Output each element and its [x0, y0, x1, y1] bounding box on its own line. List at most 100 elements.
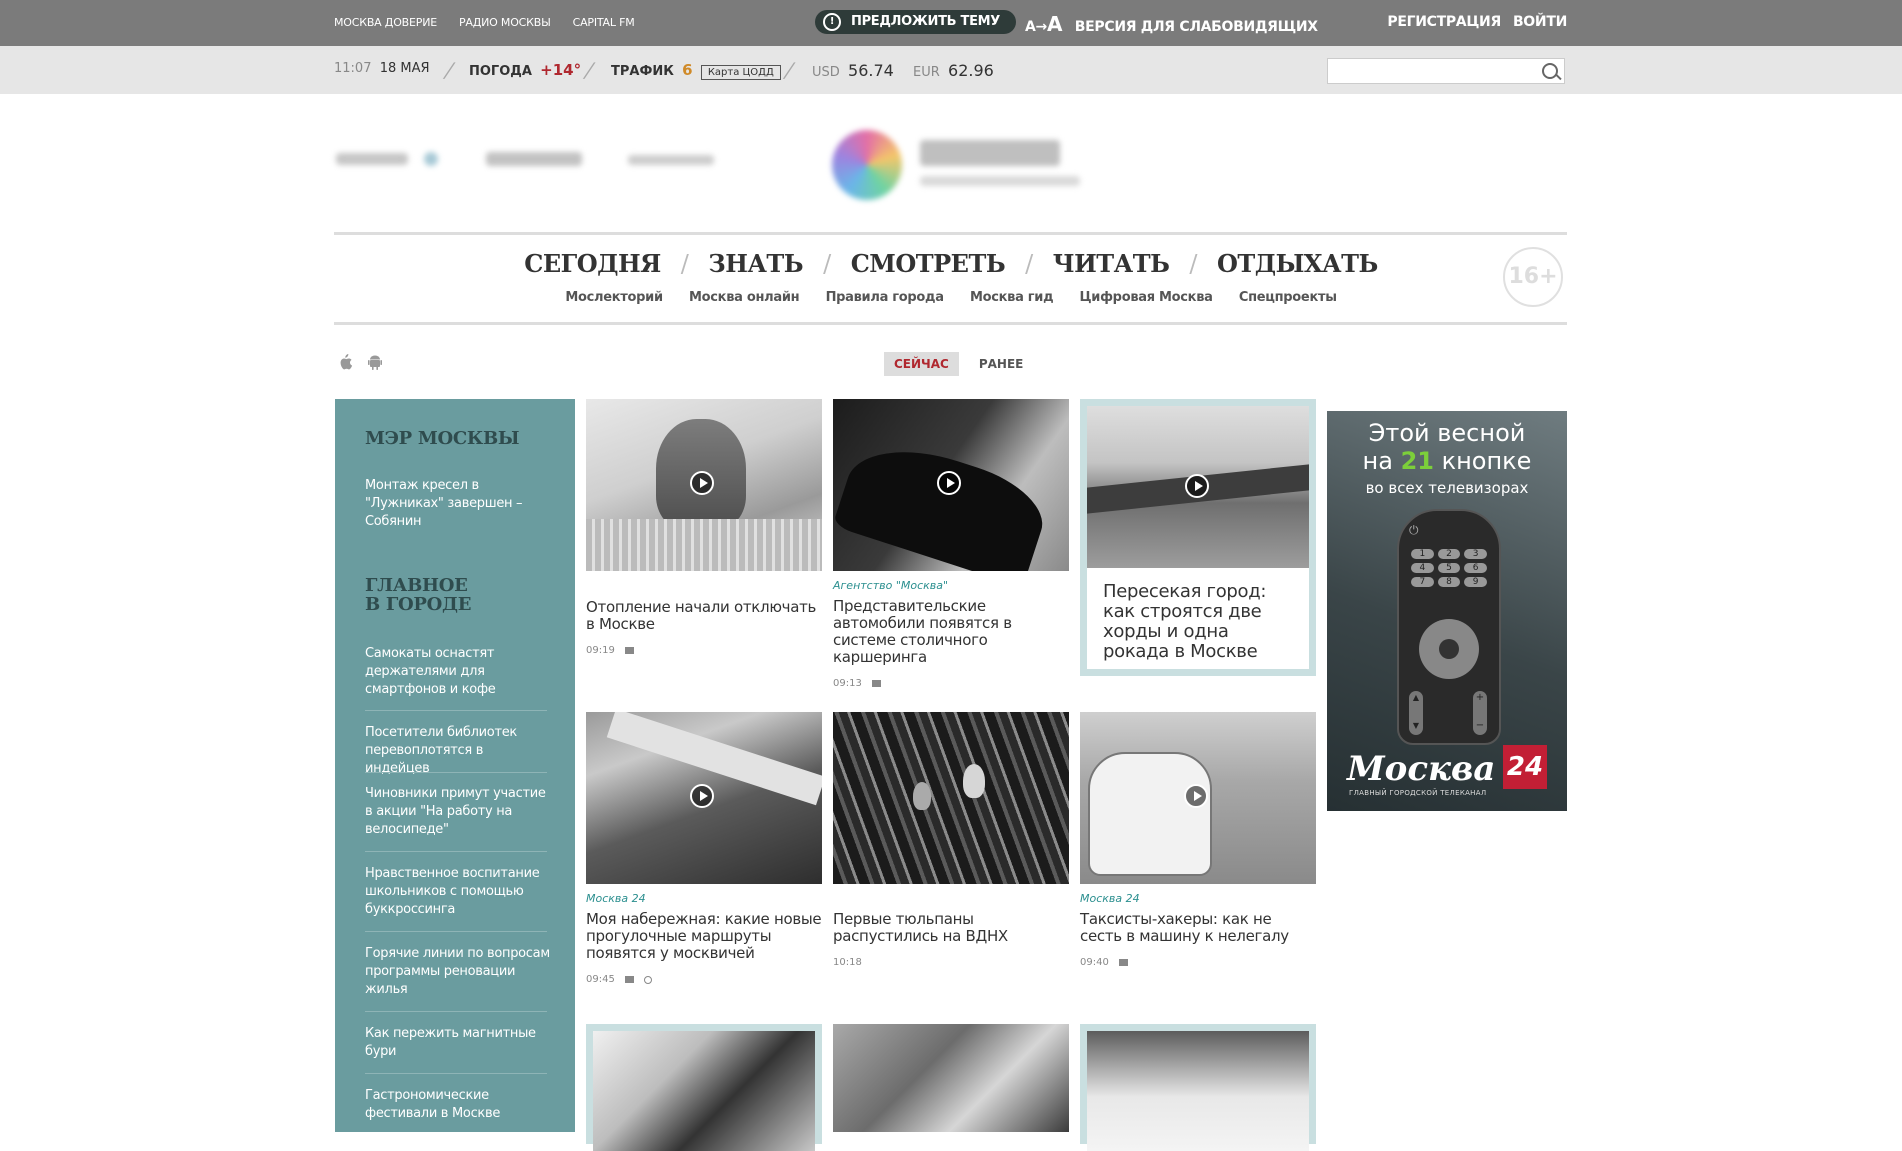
login-link[interactable]: ВОЙТИ	[1513, 14, 1567, 30]
sidebar: МЭР МОСКВЫ Монтаж кресел в "Лужниках" за…	[335, 399, 575, 1132]
featured-card[interactable]	[586, 1024, 822, 1151]
android-icon[interactable]	[368, 354, 382, 370]
register-link[interactable]: РЕГИСТРАЦИЯ	[1387, 14, 1501, 30]
news-image-portrait[interactable]	[833, 1024, 1069, 1132]
subnav-moslektoriy[interactable]: Мослекторий	[565, 290, 663, 305]
link-moskva-doverie[interactable]: МОСКВА ДОВЕРИЕ	[334, 16, 437, 29]
nav-smotret[interactable]: СМОТРЕТЬ	[851, 249, 1006, 278]
featured-card[interactable]	[1080, 1024, 1316, 1151]
weather[interactable]: ПОГОДА +14°	[469, 61, 581, 79]
advertisement-banner[interactable]: Этой весной на 21 кнопке во всех телевиз…	[1327, 411, 1567, 811]
subnav-tsifrovaya-moskva[interactable]: Цифровая Москва	[1080, 290, 1213, 305]
news-card[interactable]: Агентство "Москва" Представительские авт…	[833, 399, 1069, 689]
currency-eur: EUR 62.96	[913, 61, 994, 80]
tab-earlier[interactable]: РАНЕЕ	[969, 352, 1034, 376]
news-meta: 09:13	[833, 678, 1069, 689]
tulip-shape	[963, 764, 985, 798]
news-image-headphones[interactable]	[1087, 1031, 1309, 1151]
time: 11:07	[334, 61, 372, 76]
news-title[interactable]: Представительские автомобили появятся в …	[833, 598, 1069, 666]
partner-logo-blurred[interactable]	[628, 150, 728, 170]
sidebar-news-link[interactable]: Чиновники примут участие в акции "На раб…	[365, 785, 551, 839]
news-title[interactable]: Таксисты-хакеры: как не сесть в машину к…	[1080, 911, 1316, 945]
news-meta: 09:19	[586, 645, 822, 656]
subnav-moskva-gid[interactable]: Москва гид	[970, 290, 1054, 305]
search-input[interactable]	[1327, 58, 1565, 84]
low-vision-label: ВЕРСИЯ ДЛЯ СЛАБОВИДЯЩИХ	[1074, 19, 1318, 35]
clock: 11:07 18 МАЯ	[334, 61, 430, 76]
sidebar-mayor-title[interactable]: МЭР МОСКВЫ	[365, 429, 520, 448]
news-card[interactable]: Отопление начали отключать в Москве 09:1…	[586, 399, 822, 656]
news-meta: 10:18	[833, 957, 1069, 968]
sidebar-mayor-link[interactable]: Монтаж кресел в "Лужниках" завершен – Со…	[365, 477, 551, 531]
news-time: 09:13	[833, 678, 862, 689]
ad-subline: во всех телевизорах	[1365, 479, 1529, 497]
partner-logo-blurred[interactable]	[336, 146, 446, 172]
news-image-taxi[interactable]	[1080, 712, 1316, 884]
subnav-moskva-online[interactable]: Москва онлайн	[689, 290, 800, 305]
sidebar-news-link[interactable]: Нравственное воспитание школьников с пом…	[365, 865, 551, 919]
news-time: 09:40	[1080, 957, 1109, 968]
apple-icon[interactable]	[338, 354, 352, 370]
news-title[interactable]: Первые тюльпаны распустились на ВДНХ	[833, 911, 1069, 945]
nav-znat[interactable]: ЗНАТЬ	[708, 249, 803, 278]
nav-chitat[interactable]: ЧИТАТЬ	[1053, 249, 1170, 278]
link-capital-fm[interactable]: CAPITAL FM	[573, 16, 635, 29]
divider	[365, 1073, 547, 1074]
low-vision-link[interactable]: A→A ВЕРСИЯ ДЛЯ СЛАБОВИДЯЩИХ	[1025, 12, 1318, 36]
nav-segodnya[interactable]: СЕГОДНЯ	[524, 249, 661, 278]
traffic-map-button[interactable]: Карта ЦОДД	[700, 65, 781, 80]
volume-rocker: + −	[1473, 691, 1487, 735]
usd-value: 56.74	[848, 61, 894, 80]
date: 18 МАЯ	[379, 61, 430, 76]
site-logo-blurred[interactable]	[832, 126, 1082, 206]
subnav-pravila-goroda[interactable]: Правила города	[826, 290, 944, 305]
news-image-construction[interactable]	[1087, 406, 1309, 568]
news-image-cat[interactable]	[586, 399, 822, 571]
divider	[365, 1011, 547, 1012]
suggest-topic-button[interactable]: ! ПРЕДЛОЖИТЬ ТЕМУ	[815, 10, 1017, 34]
news-card[interactable]: Первые тюльпаны распустились на ВДНХ 10:…	[833, 712, 1069, 968]
featured-card[interactable]: Пересекая город: как строятся две хорды …	[1080, 399, 1316, 676]
search-icon[interactable]	[1542, 63, 1558, 79]
news-title[interactable]: Отопление начали отключать в Москве	[586, 599, 822, 633]
play-icon[interactable]	[690, 784, 714, 808]
sidebar-news-link[interactable]: Как пережить магнитные бури	[365, 1025, 551, 1061]
sidebar-news-link[interactable]: Посетители библиотек перевоплотятся в ин…	[365, 724, 551, 778]
ad-tagline: ГЛАВНЫЙ ГОРОДСКОЙ ТЕЛЕКАНАЛ	[1349, 789, 1487, 797]
subnav-specproekty[interactable]: Спецпроекты	[1239, 290, 1337, 305]
nav-otdykhat[interactable]: ОТДЫХАТЬ	[1217, 249, 1378, 278]
tab-now[interactable]: СЕЙЧАС	[884, 352, 959, 376]
divider	[365, 710, 547, 711]
news-card[interactable]	[833, 1024, 1069, 1132]
play-icon[interactable]	[1184, 784, 1208, 808]
news-image-tulips[interactable]	[833, 712, 1069, 884]
featured-title[interactable]: Пересекая город: как строятся две хорды …	[1087, 568, 1309, 676]
divider	[334, 322, 1567, 325]
eur-value: 62.96	[948, 61, 994, 80]
main-nav: СЕГОДНЯ / ЗНАТЬ / СМОТРЕТЬ / ЧИТАТЬ / ОТДЫХАТЬ	[524, 249, 1378, 278]
news-image-couple[interactable]	[593, 1031, 815, 1151]
sidebar-news-link[interactable]: Горячие линии по вопросам программы рено…	[365, 945, 551, 999]
news-card[interactable]: Москва 24 Моя набережная: какие новые пр…	[586, 712, 822, 985]
partner-links: МОСКВА ДОВЕРИЕ РАДИО МОСКВЫ CAPITAL FM	[334, 16, 635, 29]
ad-headline: Этой весной на 21 кнопке	[1362, 419, 1532, 475]
traffic-label: ТРАФИК	[611, 64, 674, 79]
remote-control-icon: ⏻ 1 2 3 4 5 6 7 8 9 ▲ ▼ + −	[1397, 509, 1501, 745]
traffic[interactable]: ТРАФИК 6 Карта ЦОДД	[611, 61, 781, 80]
play-icon[interactable]	[690, 471, 714, 495]
news-image-car[interactable]	[833, 399, 1069, 571]
news-title[interactable]: Моя набережная: какие новые прогулочные …	[586, 911, 822, 962]
play-icon[interactable]	[1185, 474, 1209, 498]
play-icon[interactable]	[937, 471, 961, 495]
sidebar-news-link[interactable]: Гастрономические фестивали в Москве	[365, 1087, 551, 1123]
age-rating-badge: 16+	[1503, 247, 1563, 307]
sidebar-news-link[interactable]: Самокаты оснастят держателями для смартф…	[365, 645, 551, 699]
app-links	[338, 354, 382, 370]
comment-icon	[643, 975, 652, 984]
partner-logo-blurred[interactable]	[486, 142, 586, 176]
link-radio-moskvy[interactable]: РАДИО МОСКВЫ	[459, 16, 551, 29]
news-card[interactable]: Москва 24 Таксисты-хакеры: как не сесть …	[1080, 712, 1316, 968]
news-image-embankment[interactable]	[586, 712, 822, 884]
video-icon	[871, 680, 881, 687]
